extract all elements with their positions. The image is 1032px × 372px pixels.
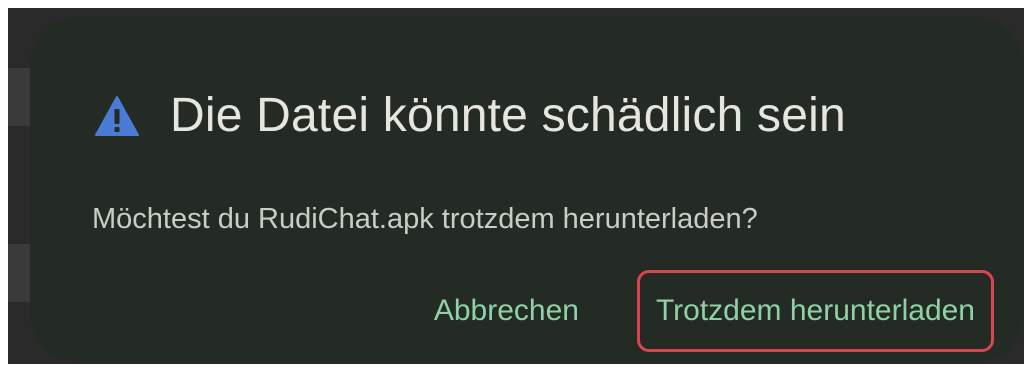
download-anyway-button[interactable]: Trotzdem herunterladen bbox=[636, 270, 994, 352]
download-warning-dialog: Die Datei könnte schädlich sein Möchtest… bbox=[30, 16, 1024, 364]
dialog-message: Möchtest du RudiChat.apk trotzdem herunt… bbox=[92, 203, 758, 235]
dialog-actions: Abbrechen Trotzdem herunterladen bbox=[434, 270, 994, 352]
warning-icon bbox=[95, 96, 139, 136]
dialog-title: Die Datei könnte schädlich sein bbox=[170, 89, 846, 142]
cancel-button[interactable]: Abbrechen bbox=[434, 294, 579, 328]
dialog-title-row: Die Datei könnte schädlich sein bbox=[94, 74, 846, 158]
